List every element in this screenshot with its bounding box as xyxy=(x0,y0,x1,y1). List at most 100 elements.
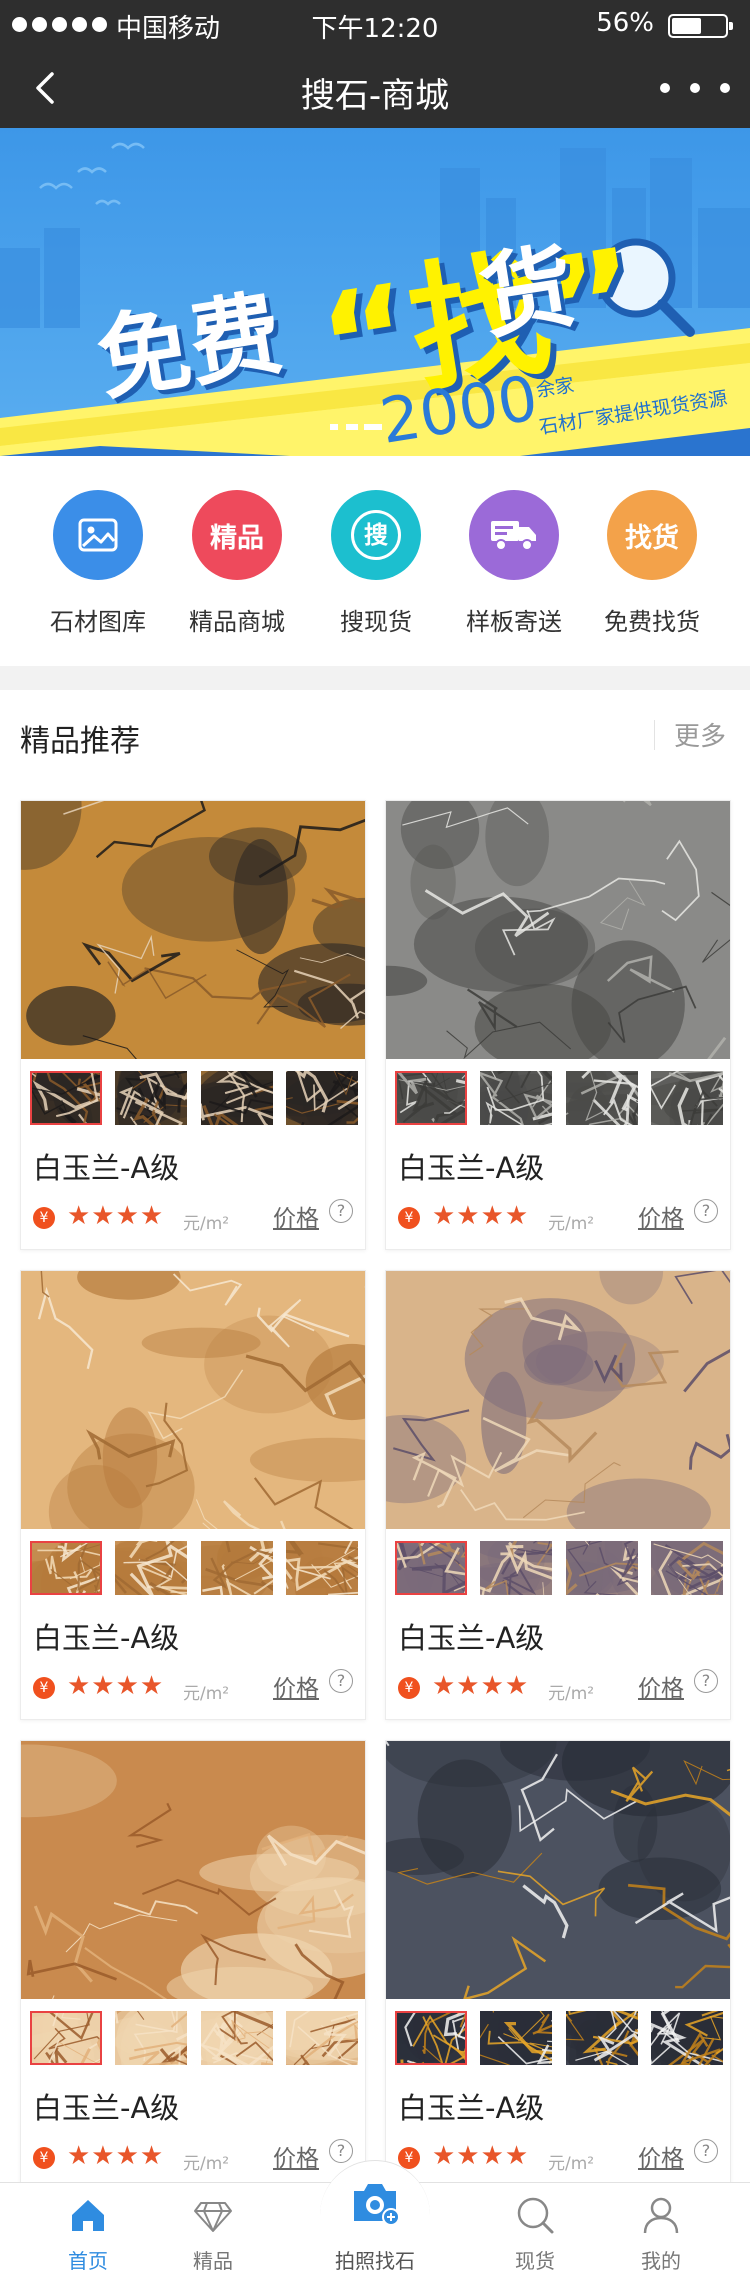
product-title: 白玉兰-A级 xyxy=(33,2091,180,2125)
quick-entry-sample-delivery[interactable]: 样板寄送 xyxy=(445,490,583,637)
quick-entry-label: 样板寄送 xyxy=(466,608,562,636)
product-image[interactable] xyxy=(348,766,750,1082)
product-thumbnail[interactable] xyxy=(211,1491,473,1627)
more-dots-icon[interactable] xyxy=(660,70,730,106)
product-thumbnail-strip xyxy=(0,995,494,1192)
quick-entry-grid: 石材图库 精品 精品商城 搜 搜现货 样板寄送 找货 免费找货 xyxy=(0,456,750,666)
product-card[interactable]: 白玉兰-A级 ¥ ★★★★ 元/m² 价格? xyxy=(339,1679,750,2190)
product-thumbnail[interactable] xyxy=(351,1023,630,1172)
quick-entry-boutique[interactable]: 精品 精品商城 xyxy=(168,490,306,637)
tab-stock[interactable]: 现货 xyxy=(475,2183,595,2280)
home-icon xyxy=(72,2200,104,2231)
search-stock-icon: 搜 xyxy=(331,490,421,580)
tab-home[interactable]: 首页 xyxy=(28,2183,148,2280)
tab-profile[interactable]: 我的 xyxy=(601,2183,721,2280)
product-title: 白玉兰-A级 xyxy=(398,1621,545,1655)
battery-percent: 56% xyxy=(596,8,654,38)
help-icon[interactable]: ? xyxy=(329,2139,353,2163)
product-thumbnail[interactable] xyxy=(564,1955,750,2115)
product-thumbnail[interactable] xyxy=(494,996,750,1185)
product-thumbnail-strip xyxy=(0,1947,457,2123)
product-thumbnail[interactable] xyxy=(57,1003,332,1161)
find-goods-icon: 找货 xyxy=(607,490,697,580)
tab-photo-search[interactable]: 拍照找石 xyxy=(320,2160,430,2280)
quick-entry-stone-gallery[interactable]: 石材图库 xyxy=(29,490,167,637)
price-link[interactable]: 价格 xyxy=(638,1199,684,1233)
product-thumbnail[interactable] xyxy=(166,1481,415,1665)
product-image[interactable] xyxy=(0,732,495,1096)
product-thumbnail[interactable] xyxy=(339,1961,545,2123)
quick-entry-search-stock[interactable]: 搜 搜现货 xyxy=(307,490,445,637)
product-thumbnail[interactable] xyxy=(0,1947,200,2123)
rating-stars: ★★★★ xyxy=(432,1201,530,1231)
quick-entry-label: 石材图库 xyxy=(50,608,146,636)
product-card[interactable]: 白玉兰-A级 ¥ ★★★★ 元/m² 价格? xyxy=(348,766,750,1250)
product-thumbnail[interactable] xyxy=(88,1950,300,2121)
help-icon[interactable]: ? xyxy=(329,1669,353,1693)
product-thumbnail-strip xyxy=(314,1454,750,1648)
product-thumbnail[interactable] xyxy=(314,1469,586,1642)
product-card[interactable]: 白玉兰-A级 ¥ ★★★★ 元/m² 价格? xyxy=(0,1740,457,2190)
more-link[interactable]: 更多 xyxy=(674,716,726,753)
product-thumbnail[interactable] xyxy=(113,1043,361,1192)
yen-icon: ¥ xyxy=(33,1207,55,1229)
image-icon xyxy=(53,490,143,580)
product-thumbnail[interactable] xyxy=(423,1487,678,1648)
boutique-icon: 精品 xyxy=(192,490,282,580)
price-link[interactable]: 价格 xyxy=(638,1669,684,1703)
section-title: 精品推荐 xyxy=(20,724,140,759)
product-thumbnail-strip xyxy=(0,1463,473,1665)
product-thumbnail[interactable] xyxy=(436,1951,668,2111)
yen-icon: ¥ xyxy=(33,2147,55,2169)
page-title: 搜石-商城 xyxy=(300,76,450,116)
product-thumbnail[interactable] xyxy=(526,1943,744,2097)
product-meta: ¥ ★★★★ 元/m² 价格? xyxy=(398,1669,720,1705)
yen-icon: ¥ xyxy=(398,1677,420,1699)
rating-stars: ★★★★ xyxy=(67,1201,165,1231)
quick-entry-label: 精品商城 xyxy=(189,608,285,636)
product-meta: ¥ ★★★★ 元/m² 价格? xyxy=(398,1199,720,1235)
product-meta: ¥ ★★★★ 元/m² 价格? xyxy=(398,2139,720,2175)
product-card[interactable]: 白玉兰-A级 ¥ ★★★★ 元/m² 价格? xyxy=(314,1238,750,1720)
product-thumbnail[interactable] xyxy=(219,1959,457,2100)
help-icon[interactable]: ? xyxy=(694,1199,718,1223)
product-thumbnail[interactable] xyxy=(0,1463,209,1641)
tab-boutique[interactable]: 精品 xyxy=(153,2183,273,2280)
status-bar: 中国移动 下午12:20 56% xyxy=(0,0,750,50)
product-thumbnail[interactable] xyxy=(520,1454,750,1642)
yen-icon: ¥ xyxy=(398,2147,420,2169)
product-thumbnail-strip xyxy=(339,1943,750,2123)
price-link[interactable]: 价格 xyxy=(273,2139,319,2173)
navigation-bar: 搜石-商城 xyxy=(0,50,750,128)
help-icon[interactable]: ? xyxy=(329,1199,353,1223)
product-card[interactable]: 白玉兰-A级 ¥ ★★★★ 元/m² 价格? xyxy=(0,1216,473,1720)
product-image[interactable] xyxy=(342,1238,750,1547)
price-link[interactable]: 价格 xyxy=(638,2139,684,2173)
product-thumbnail[interactable] xyxy=(597,1023,750,1170)
quick-entry-free-sourcing[interactable]: 找货 免费找货 xyxy=(583,490,721,637)
help-icon[interactable]: ? xyxy=(694,2139,718,2163)
price-link[interactable]: 价格 xyxy=(273,1669,319,1703)
camera-icon xyxy=(354,2184,400,2225)
product-image[interactable] xyxy=(0,1741,418,2031)
product-thumbnail[interactable] xyxy=(31,1494,290,1654)
product-thumbnail[interactable] xyxy=(118,1984,352,2118)
tab-label: 我的 xyxy=(641,2249,681,2273)
yen-icon: ¥ xyxy=(33,1677,55,1699)
product-thumbnail-strip xyxy=(351,989,750,1186)
product-meta: ¥ ★★★★ 元/m² 价格? xyxy=(33,1199,355,1235)
rating-stars: ★★★★ xyxy=(67,1671,165,1701)
battery-icon xyxy=(668,14,733,38)
help-icon[interactable]: ? xyxy=(694,1669,718,1693)
product-image[interactable] xyxy=(21,1216,413,1559)
product-image[interactable] xyxy=(370,1679,750,2001)
price-unit: 元/m² xyxy=(183,2154,230,2174)
product-thumbnail[interactable] xyxy=(0,995,244,1173)
price-link[interactable]: 价格 xyxy=(273,1199,319,1233)
promo-banner[interactable]: 免费 “找” 货 2000 余家 石材厂家提供现货资源 xyxy=(0,128,750,456)
product-card[interactable]: 白玉兰-A级 ¥ ★★★★ 元/m² 价格? xyxy=(0,732,495,1250)
product-thumbnail[interactable] xyxy=(437,989,700,1186)
product-thumbnail[interactable] xyxy=(214,997,494,1157)
price-unit: 元/m² xyxy=(183,1684,230,1704)
product-thumbnail[interactable] xyxy=(587,1492,750,1648)
